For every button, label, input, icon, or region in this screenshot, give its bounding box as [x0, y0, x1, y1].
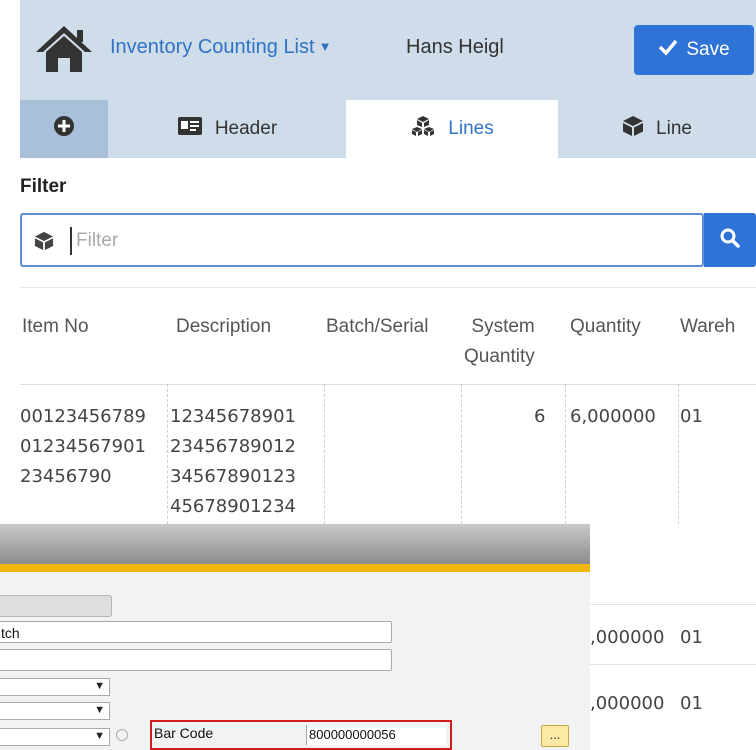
column-header-batch-serial[interactable]: Batch/Serial: [326, 312, 428, 342]
page-title: Inventory Counting List: [110, 36, 315, 58]
column-divider: [565, 384, 566, 524]
column-header-system-quantity[interactable]: System Quantity: [464, 312, 535, 372]
tab-line-label: Line: [656, 118, 692, 139]
column-header-item-no[interactable]: Item No: [22, 312, 89, 342]
cell-warehouse: 01: [680, 406, 703, 427]
cell-quantity: ,000000: [590, 693, 665, 714]
cube-icon: [34, 231, 54, 256]
tab-lines[interactable]: Lines: [346, 100, 558, 158]
dialog-tab-button[interactable]: [0, 595, 112, 617]
user-name: Hans Heigl: [406, 36, 504, 58]
id-card-icon: [177, 116, 203, 142]
browse-button[interactable]: ...: [541, 725, 569, 747]
tab-header-label: Header: [214, 118, 278, 139]
cell-item-no: 00123456789 01234567901 23456790: [20, 406, 146, 487]
dialog-title-bar[interactable]: [0, 524, 590, 564]
column-divider: [461, 384, 462, 524]
cubes-icon: [410, 115, 436, 143]
tab-lines-label: Lines: [448, 118, 494, 139]
dialog-text-field[interactable]: tch: [0, 621, 392, 643]
top-bar: Inventory Counting List ▼ Hans Heigl Save: [20, 0, 756, 100]
cube-icon: [622, 115, 644, 143]
column-divider: [324, 384, 325, 524]
filter-label: Filter: [20, 176, 67, 197]
tab-add[interactable]: [20, 100, 108, 158]
table-row[interactable]: ,000000 01: [590, 664, 756, 725]
cell-quantity: 6,000000: [570, 406, 656, 427]
bar-code-label: Bar Code: [154, 725, 214, 741]
tab-line[interactable]: Line: [558, 100, 756, 158]
column-divider: [167, 384, 168, 524]
cell-description: 12345678901 23456789012 34567890123 4567…: [170, 406, 296, 517]
filter-box: [20, 213, 704, 267]
dropdown-arrow-icon: ▼: [94, 730, 105, 742]
table-row[interactable]: ,000000 01: [590, 604, 756, 665]
info-icon[interactable]: [116, 729, 128, 741]
filter-input[interactable]: [70, 227, 678, 255]
dialog-dropdown[interactable]: ▼: [0, 702, 110, 720]
dialog-accent-strip: [0, 564, 590, 572]
home-icon[interactable]: [34, 24, 94, 74]
dropdown-arrow-icon: ▼: [94, 680, 105, 692]
save-button[interactable]: Save: [634, 25, 754, 75]
column-header-description[interactable]: Description: [176, 312, 271, 342]
dropdown-arrow-icon: ▼: [94, 704, 105, 716]
save-label: Save: [686, 39, 730, 60]
cell-warehouse: 01: [680, 693, 703, 714]
overlay-dialog: tch ▼ ▼ ▼ Bar Code 800000000056 ...: [0, 524, 590, 750]
dialog-dropdown[interactable]: ▼: [0, 728, 110, 746]
search-button[interactable]: [704, 213, 756, 267]
tab-bar: Header Lines Line: [20, 100, 756, 158]
column-divider: [678, 384, 679, 524]
dialog-text-field[interactable]: [0, 649, 392, 671]
tab-header[interactable]: Header: [108, 100, 346, 158]
cell-warehouse: 01: [680, 627, 703, 648]
table-header: Item No Description Batch/Serial System …: [20, 287, 756, 385]
chevron-down-icon: ▼: [318, 39, 332, 54]
checkmark-icon: [658, 38, 678, 62]
column-header-warehouse[interactable]: Wareh: [680, 312, 735, 342]
table-row[interactable]: 00123456789 01234567901 23456790 1234567…: [20, 384, 756, 524]
cell-quantity: ,000000: [590, 627, 665, 648]
column-header-quantity[interactable]: Quantity: [570, 312, 641, 342]
dialog-dropdown[interactable]: ▼: [0, 678, 110, 696]
plus-circle-icon: [53, 115, 75, 143]
cell-system-quantity: 6: [534, 406, 546, 427]
inventory-counting-list-menu[interactable]: Inventory Counting List ▼: [110, 36, 331, 59]
bar-code-field[interactable]: 800000000056: [306, 725, 446, 745]
search-icon: [720, 228, 740, 253]
